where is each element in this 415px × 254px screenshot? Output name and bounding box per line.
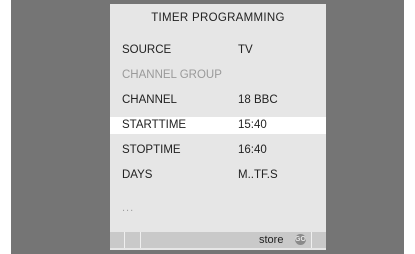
menu-item-days[interactable]: DAYS M..TF.S <box>110 167 326 184</box>
menu-item-channel-group: CHANNEL GROUP <box>110 67 326 84</box>
more-items-indicator: ... <box>122 202 135 214</box>
days-value: M..TF.S <box>238 169 278 181</box>
channel-group-label: CHANNEL GROUP <box>122 69 222 81</box>
store-label: store <box>259 234 284 246</box>
status-bar: store GO <box>110 232 326 248</box>
source-value: TV <box>238 44 253 56</box>
stoptime-label: STOPTIME <box>122 144 181 156</box>
status-bar-divider <box>311 232 312 248</box>
menu-item-stoptime[interactable]: STOPTIME 16:40 <box>110 142 326 159</box>
channel-value: 18 BBC <box>238 94 278 106</box>
status-bar-divider <box>124 232 125 248</box>
source-label: SOURCE <box>122 44 172 56</box>
days-label: DAYS <box>122 169 153 181</box>
starttime-label: STARTTIME <box>122 119 187 131</box>
timer-programming-menu: TIMER PROGRAMMING SOURCE TV CHANNEL GROU… <box>110 4 326 250</box>
status-bar-divider <box>140 232 141 248</box>
menu-item-starttime[interactable]: STARTTIME 15:40 <box>110 117 326 134</box>
starttime-value: 15:40 <box>238 119 267 131</box>
go-button-icon[interactable]: GO <box>295 234 306 245</box>
menu-title: TIMER PROGRAMMING <box>151 12 285 24</box>
menu-item-source[interactable]: SOURCE TV <box>110 42 326 59</box>
channel-label: CHANNEL <box>122 94 177 106</box>
menu-item-channel[interactable]: CHANNEL 18 BBC <box>110 92 326 109</box>
stoptime-value: 16:40 <box>238 144 267 156</box>
